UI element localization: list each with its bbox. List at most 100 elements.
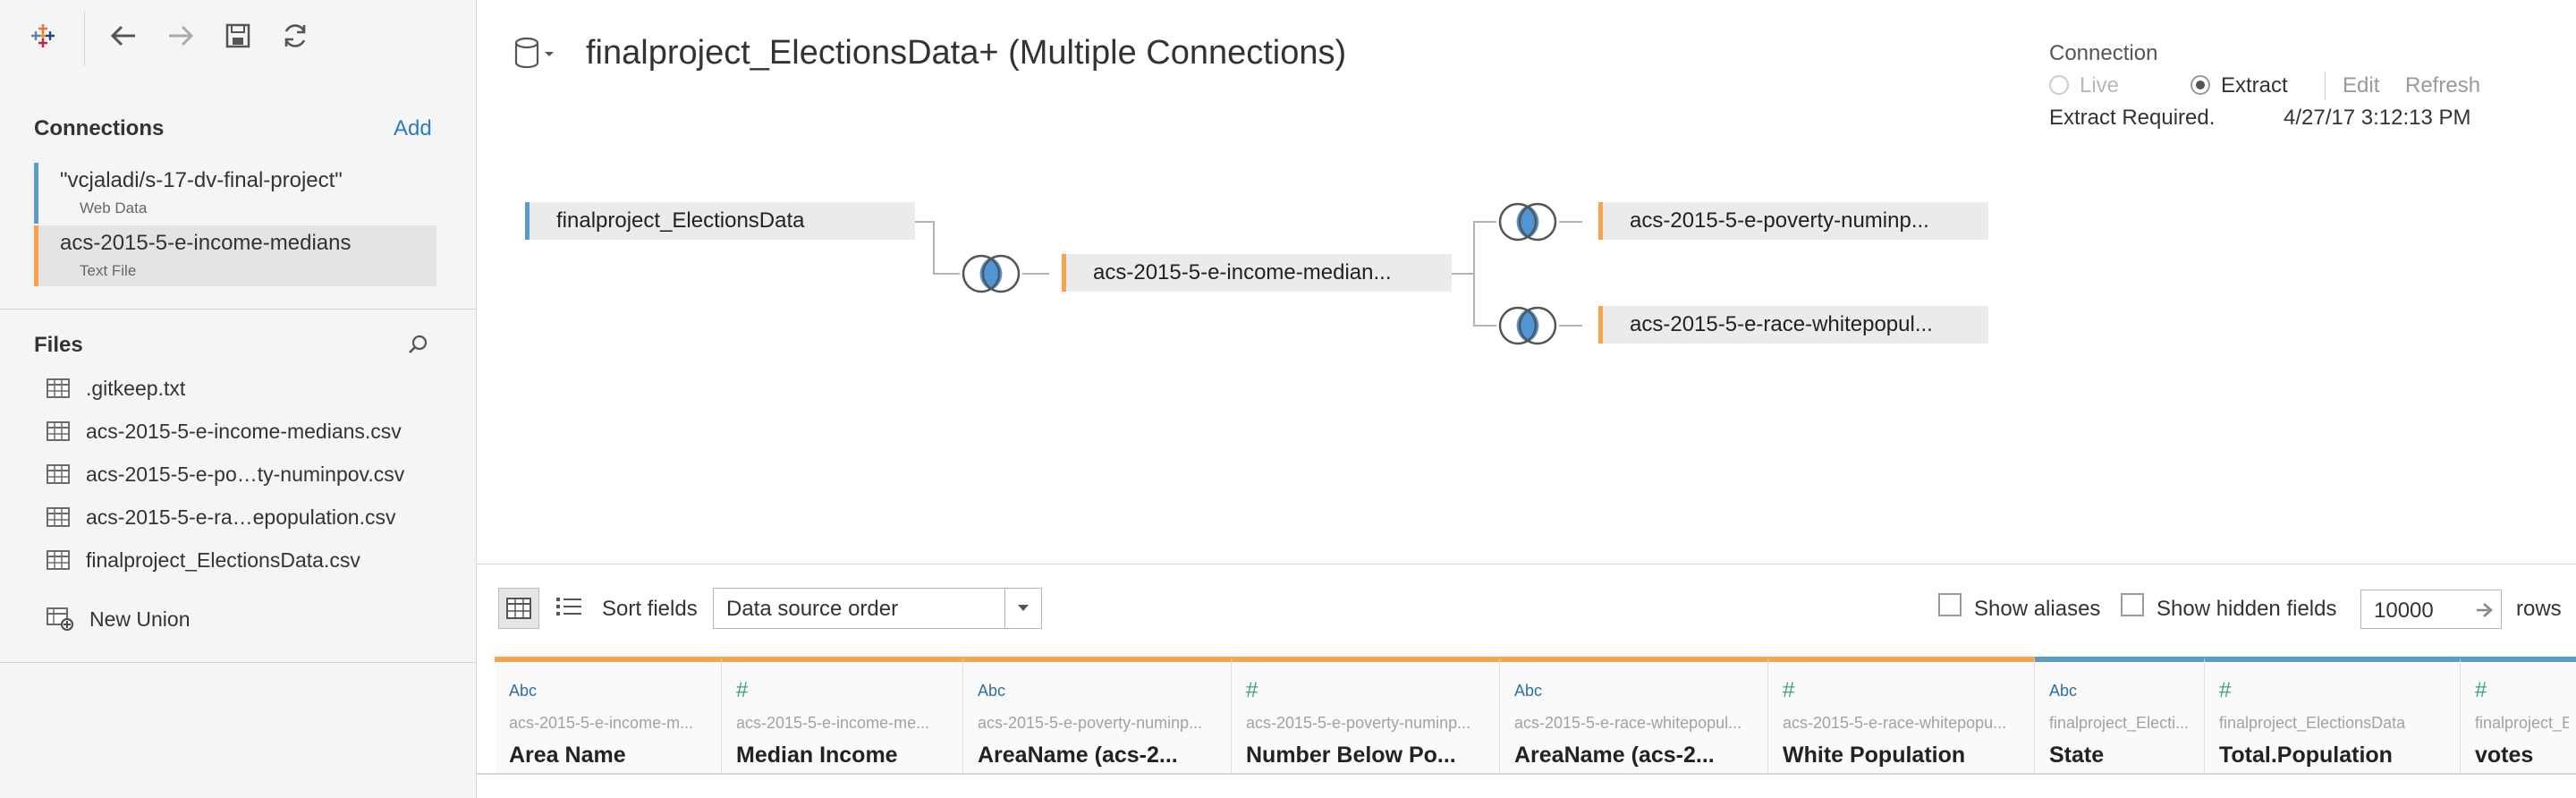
file-item[interactable]: finalproject_ElectionsData.csv bbox=[47, 542, 360, 578]
show-aliases-checkbox[interactable] bbox=[1938, 593, 1962, 616]
show-aliases-label: Show aliases bbox=[1974, 597, 2101, 621]
rows-label: rows bbox=[2516, 597, 2562, 621]
field-source: acs-2015-5-e-poverty-numinp... bbox=[1246, 714, 1471, 732]
field-source: acs-2015-5-e-income-m... bbox=[509, 714, 694, 732]
number-type-icon[interactable]: # bbox=[1246, 678, 1258, 703]
file-name: finalproject_ElectionsData.csv bbox=[86, 548, 360, 572]
field-source: finalproject_E bbox=[2475, 714, 2569, 732]
connection-item-web-data[interactable]: "vcjaladi/s-17-dv-final-project" Web Dat… bbox=[34, 163, 436, 224]
save-icon[interactable] bbox=[220, 18, 256, 54]
new-union-icon bbox=[47, 607, 73, 631]
canvas-table-income-medians[interactable]: acs-2015-5-e-income-median... bbox=[1062, 254, 1452, 292]
file-name: acs-2015-5-e-income-medians.csv bbox=[86, 419, 402, 443]
canvas-table-poverty[interactable]: acs-2015-5-e-poverty-numinp... bbox=[1598, 202, 1988, 240]
table-icon bbox=[47, 378, 70, 398]
join-connector bbox=[933, 221, 935, 275]
show-hidden-fields-checkbox[interactable] bbox=[2121, 593, 2144, 616]
chevron-down-icon bbox=[1004, 589, 1041, 628]
table-icon bbox=[47, 507, 70, 527]
field-source: acs-2015-5-e-race-whitepopu... bbox=[1783, 714, 2007, 732]
edit-link[interactable]: Edit bbox=[2343, 73, 2379, 98]
table-icon bbox=[47, 421, 70, 441]
file-item[interactable]: acs-2015-5-e-po…ty-numinpov.csv bbox=[47, 456, 404, 492]
number-type-icon[interactable]: # bbox=[1783, 678, 1794, 703]
field-source: finalproject_Electi... bbox=[2049, 714, 2190, 732]
join-connector bbox=[1473, 221, 1475, 327]
extract-status: Extract Required. bbox=[2049, 106, 2216, 130]
back-icon[interactable] bbox=[106, 18, 141, 54]
extract-radio[interactable] bbox=[2190, 75, 2210, 95]
toolbar-separator bbox=[84, 11, 85, 66]
grid-view-icon[interactable] bbox=[498, 588, 539, 629]
field-column[interactable]: # finalproject_ElectionsData Total.Popul… bbox=[2205, 657, 2461, 773]
field-column[interactable]: Abc acs-2015-5-e-income-m... Area Name bbox=[495, 657, 722, 773]
canvas-table-race[interactable]: acs-2015-5-e-race-whitepopul... bbox=[1598, 306, 1988, 344]
forward-icon[interactable] bbox=[163, 18, 199, 54]
inner-join-icon[interactable] bbox=[956, 250, 1026, 297]
files-heading: Files bbox=[34, 333, 83, 357]
string-type-icon[interactable]: Abc bbox=[2049, 682, 2077, 700]
sort-fields-select[interactable]: Data source order bbox=[713, 588, 1042, 629]
field-column[interactable]: Abc acs-2015-5-e-poverty-numinp... AreaN… bbox=[963, 657, 1232, 773]
field-grid-toolbar: Sort fields Data source order Show alias… bbox=[477, 564, 2576, 654]
string-type-icon[interactable]: Abc bbox=[1514, 682, 1542, 700]
field-column[interactable]: # finalproject_E votes bbox=[2461, 657, 2576, 773]
file-item[interactable]: acs-2015-5-e-income-medians.csv bbox=[47, 413, 402, 449]
field-column[interactable]: Abc acs-2015-5-e-race-whitepopul... Area… bbox=[1500, 657, 1768, 773]
connection-type: Web Data bbox=[80, 200, 148, 216]
join-connector bbox=[1452, 273, 1475, 275]
sidebar-divider bbox=[0, 309, 477, 310]
field-name: Area Name bbox=[509, 743, 626, 768]
connection-panel-title: Connection bbox=[2049, 41, 2158, 65]
field-name: votes bbox=[2475, 743, 2534, 768]
table-icon bbox=[47, 464, 70, 484]
table-icon bbox=[47, 550, 70, 570]
file-item[interactable]: acs-2015-5-e-ra…epopulation.csv bbox=[47, 499, 395, 535]
field-name: Total.Population bbox=[2219, 743, 2393, 768]
connection-item-text-file[interactable]: acs-2015-5-e-income-medians Text File bbox=[34, 225, 436, 286]
join-connector bbox=[1022, 273, 1049, 275]
field-column[interactable]: # acs-2015-5-e-income-me... Median Incom… bbox=[722, 657, 963, 773]
connection-panel: Connection Live Extract Edit Refresh Ext… bbox=[2049, 41, 2550, 140]
field-grid-header: Abc acs-2015-5-e-income-m... Area Name #… bbox=[495, 657, 2576, 773]
datasource-icon[interactable] bbox=[513, 36, 563, 72]
canvas-table-elections[interactable]: finalproject_ElectionsData bbox=[525, 202, 915, 240]
arrow-right-icon[interactable] bbox=[2474, 599, 2496, 621]
field-source: acs-2015-5-e-poverty-numinp... bbox=[978, 714, 1203, 732]
tableau-logo-icon[interactable] bbox=[25, 18, 61, 54]
join-connector bbox=[915, 221, 935, 223]
field-column[interactable]: # acs-2015-5-e-poverty-numinp... Number … bbox=[1232, 657, 1500, 773]
rows-value: 10000 bbox=[2374, 598, 2434, 623]
sort-fields-label: Sort fields bbox=[602, 597, 698, 621]
connection-name: acs-2015-5-e-income-medians bbox=[60, 231, 352, 255]
new-union-item[interactable]: New Union bbox=[47, 601, 191, 637]
search-icon[interactable] bbox=[406, 333, 431, 358]
file-name: acs-2015-5-e-po…ty-numinpov.csv bbox=[86, 462, 405, 486]
new-union-label: New Union bbox=[89, 607, 191, 631]
number-type-icon[interactable]: # bbox=[2219, 678, 2231, 703]
inner-join-icon[interactable] bbox=[1493, 302, 1563, 349]
rows-input[interactable]: 10000 bbox=[2360, 590, 2502, 629]
number-type-icon[interactable]: # bbox=[2475, 678, 2487, 703]
connections-heading: Connections bbox=[34, 116, 165, 140]
add-connection-link[interactable]: Add bbox=[394, 116, 432, 141]
string-type-icon[interactable]: Abc bbox=[978, 682, 1005, 700]
connection-name: "vcjaladi/s-17-dv-final-project" bbox=[60, 168, 343, 192]
sidebar-divider bbox=[0, 662, 477, 663]
inner-join-icon[interactable] bbox=[1493, 199, 1563, 245]
list-view-icon[interactable] bbox=[554, 591, 584, 622]
refresh-link[interactable]: Refresh bbox=[2405, 73, 2480, 98]
refresh-icon[interactable] bbox=[277, 18, 313, 54]
field-column[interactable]: Abc finalproject_Electi... State bbox=[2035, 657, 2205, 773]
number-type-icon[interactable]: # bbox=[736, 678, 748, 703]
field-name: State bbox=[2049, 743, 2105, 768]
connection-type: Text File bbox=[80, 262, 137, 279]
field-column[interactable]: # acs-2015-5-e-race-whitepopu... White P… bbox=[1768, 657, 2035, 773]
string-type-icon[interactable]: Abc bbox=[509, 682, 537, 700]
file-item[interactable]: .gitkeep.txt bbox=[47, 370, 185, 406]
field-name: AreaName (acs-2... bbox=[1514, 743, 1715, 768]
datasource-title[interactable]: finalproject_ElectionsData+ (Multiple Co… bbox=[586, 34, 1346, 72]
sort-fields-value: Data source order bbox=[726, 597, 899, 621]
live-radio[interactable] bbox=[2049, 75, 2069, 95]
left-panel: Connections Add "vcjaladi/s-17-dv-final-… bbox=[0, 0, 477, 798]
